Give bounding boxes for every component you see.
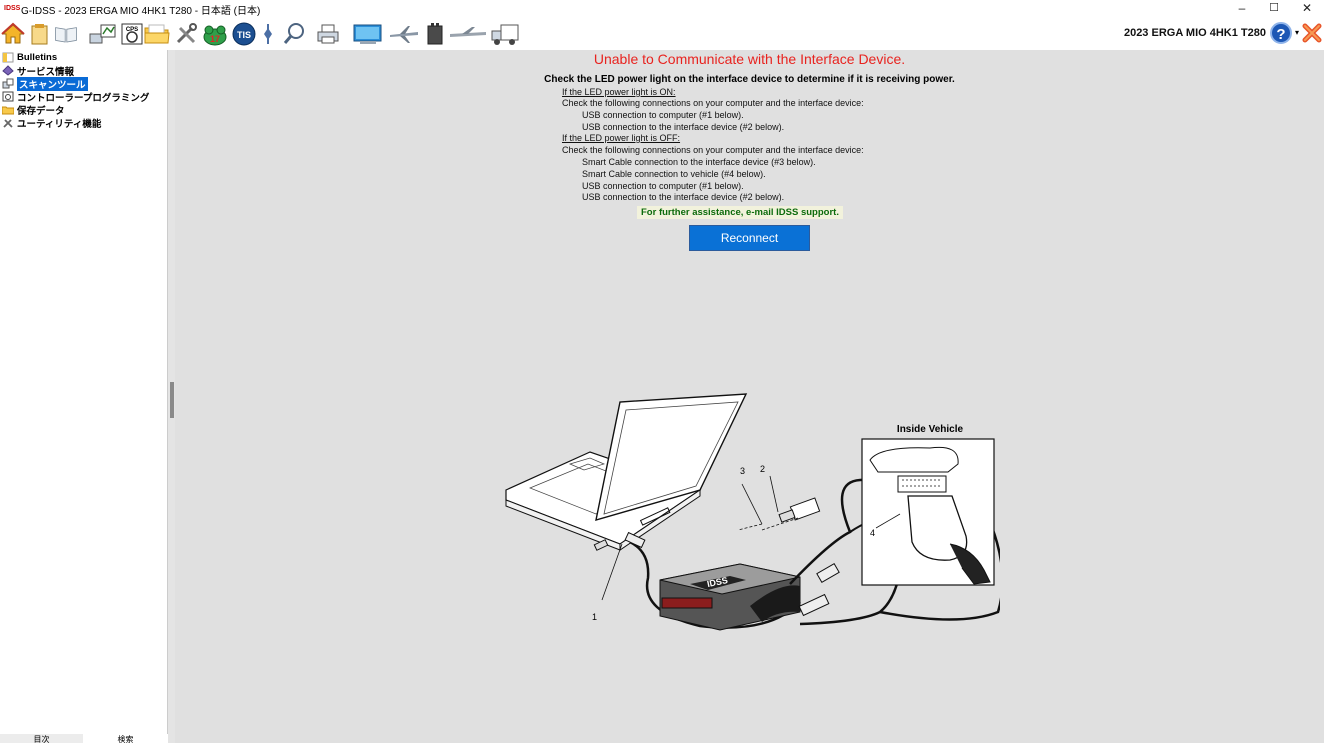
minimize-button[interactable]: –	[1225, 0, 1259, 18]
home-icon[interactable]	[1, 22, 25, 46]
tab-search[interactable]: 検索	[83, 734, 168, 744]
off-item: Smart Cable connection to vehicle (#4 be…	[582, 169, 766, 179]
sidebar-item-label: スキャンツール	[17, 76, 88, 91]
maximize-button[interactable]: ☐	[1257, 0, 1291, 18]
printer-icon[interactable]	[316, 22, 340, 46]
svg-text:4: 4	[870, 528, 875, 538]
off-item: USB connection to computer (#1 below).	[582, 181, 744, 191]
bulletin-icon	[2, 52, 14, 63]
plane-connect-icon[interactable]	[448, 22, 488, 46]
exit-icon[interactable]	[1302, 22, 1322, 44]
sidebar-item-label: 保存データ	[17, 105, 65, 117]
search-icon[interactable]	[283, 22, 307, 46]
saved-data-icon	[2, 106, 14, 115]
sidebar-item-label: サービス情報	[17, 66, 75, 78]
sidebar-item-bulletins[interactable]: Bulletins	[2, 51, 57, 64]
diagnostic-network-icon[interactable]	[89, 22, 117, 46]
sidebar-tabs: 目次 検索	[0, 734, 168, 744]
svg-text:3: 3	[740, 466, 745, 476]
sidebar: Bulletins サービス情報 スキャンツール コントローラープログラミング …	[0, 50, 168, 743]
window-title: G-IDSS - 2023 ERGA MIO 4HK1 T280 - 日本語 (…	[21, 5, 261, 17]
vehicle-label: 2023 ERGA MIO 4HK1 T280	[1123, 27, 1266, 39]
sidebar-item-scan-tool[interactable]: スキャンツール	[2, 76, 88, 91]
scan-tool-icon	[2, 78, 14, 89]
off-item: USB connection to the interface device (…	[582, 192, 785, 202]
svg-text:1: 1	[592, 612, 597, 622]
notepad-icon[interactable]	[28, 22, 52, 46]
off-item: Smart Cable connection to the interface …	[582, 157, 816, 167]
on-heading: If the LED power light is ON:	[562, 87, 676, 97]
connection-diagram: IDSS 3 2 1 Inside Vehicle 4	[505, 393, 1000, 631]
tis-icon[interactable]: TIS	[232, 22, 257, 46]
on-instruction: Check the following connections on your …	[562, 98, 864, 108]
svg-text:Inside Vehicle: Inside Vehicle	[897, 424, 964, 435]
collapse-handle[interactable]	[170, 382, 174, 418]
svg-text:TIS: TIS	[237, 30, 251, 40]
sidebar-item-label: Bulletins	[17, 52, 58, 63]
tab-contents[interactable]: 目次	[0, 734, 83, 744]
sidebar-item-controller-programming[interactable]: コントローラープログラミング	[2, 90, 150, 104]
sidebar-item-label: コントローラープログラミング	[17, 92, 150, 104]
off-heading: If the LED power light is OFF:	[562, 133, 681, 143]
svg-text:17: 17	[210, 34, 220, 44]
help-dropdown-icon[interactable]: ▾	[1295, 28, 1299, 37]
sidebar-item-service-info[interactable]: サービス情報	[2, 64, 75, 78]
controller-programming-icon	[2, 91, 14, 102]
pin-icon[interactable]	[262, 22, 274, 46]
frog-icon[interactable]: 17	[202, 22, 228, 46]
on-item: USB connection to the interface device (…	[582, 122, 785, 132]
support-link[interactable]: For further assistance, e-mail IDSS supp…	[637, 206, 843, 219]
reconnect-button[interactable]: Reconnect	[689, 225, 810, 251]
main-panel: Unable to Communicate with the Interface…	[175, 50, 1324, 743]
airplane-icon[interactable]	[388, 22, 420, 46]
truck-icon[interactable]	[490, 22, 520, 46]
sidebar-item-utility[interactable]: ユーティリティ機能	[2, 116, 102, 130]
monitor-icon[interactable]	[352, 22, 384, 46]
battery-icon[interactable]	[426, 22, 444, 46]
app-logo-icon: IDSS	[4, 5, 21, 12]
close-button[interactable]: ✕	[1290, 0, 1324, 18]
service-info-icon	[2, 65, 14, 76]
folder-icon[interactable]	[144, 22, 170, 46]
off-instruction: Check the following connections on your …	[562, 145, 864, 155]
sidebar-item-saved-data[interactable]: 保存データ	[2, 103, 65, 117]
error-title: Unable to Communicate with the Interface…	[593, 51, 906, 67]
title-bar: IDSS G-IDSS - 2023 ERGA MIO 4HK1 T280 - …	[0, 0, 1324, 18]
help-icon[interactable]: ?	[1270, 22, 1292, 44]
lead-instruction: Check the LED power light on the interfa…	[544, 74, 955, 85]
utility-icon	[3, 119, 13, 128]
on-item: USB connection to computer (#1 below).	[582, 110, 744, 120]
sidebar-item-label: ユーティリティ機能	[17, 118, 102, 130]
cps-icon[interactable]: CPS	[120, 22, 144, 46]
book-icon[interactable]	[54, 22, 78, 46]
svg-text:2: 2	[760, 464, 765, 474]
tools-icon[interactable]	[174, 22, 198, 46]
